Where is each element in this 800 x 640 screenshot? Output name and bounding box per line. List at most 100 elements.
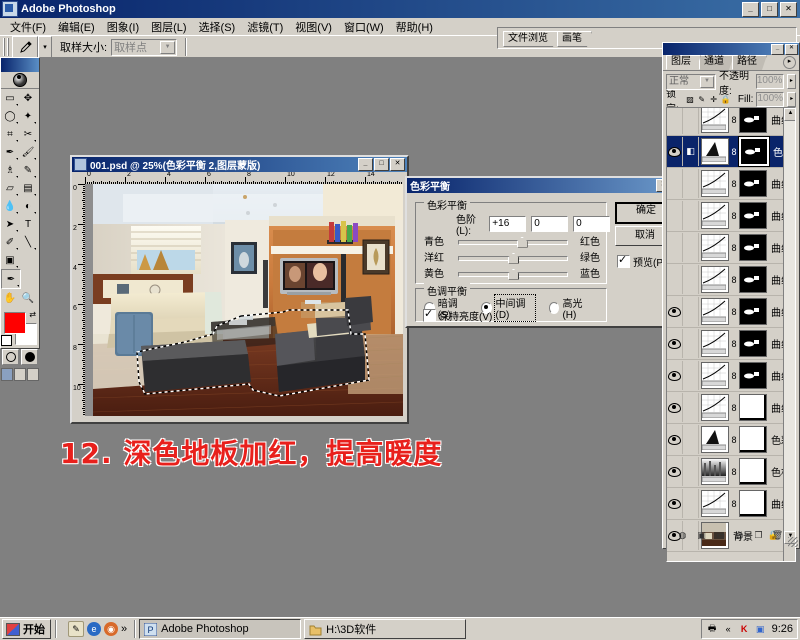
line-icon[interactable]: ╲: [19, 233, 37, 251]
link-chain-icon[interactable]: 8: [731, 499, 737, 509]
magenta-green-input[interactable]: 0: [531, 216, 569, 232]
yellow-blue-slider[interactable]: [458, 268, 568, 280]
layer-visibility-toggle[interactable]: [667, 457, 683, 486]
fill-stepper[interactable]: ▸: [787, 92, 797, 107]
eraser-icon[interactable]: ▱: [1, 179, 19, 197]
layer-visibility-toggle[interactable]: [667, 233, 683, 262]
layer-thumbnail[interactable]: [701, 458, 729, 485]
midtones-label[interactable]: 中间调(D): [493, 294, 536, 322]
layer-mask-thumbnail[interactable]: [739, 234, 767, 261]
layer-thumbnails[interactable]: 8: [699, 108, 767, 133]
document-window-controls[interactable]: _ □ ✕: [358, 158, 405, 171]
document-minimize-button[interactable]: _: [358, 158, 373, 171]
new-layer-icon[interactable]: ❐: [752, 529, 765, 542]
layer-mask-thumbnail[interactable]: [739, 202, 767, 229]
fill-value[interactable]: 100%: [756, 92, 785, 107]
crop-icon[interactable]: ⌗: [1, 125, 19, 143]
layer-thumbnails[interactable]: 8: [699, 394, 767, 421]
task-button-0[interactable]: P Adobe Photoshop: [139, 619, 302, 639]
canvas-area[interactable]: [85, 184, 403, 416]
layer-link-toggle[interactable]: [683, 489, 699, 518]
chevron-down-icon[interactable]: ▼: [160, 40, 176, 54]
layer-visibility-toggle[interactable]: [667, 137, 683, 166]
layer-thumbnail[interactable]: [701, 298, 729, 325]
standard-screen-icon[interactable]: [1, 368, 13, 381]
layer-link-toggle[interactable]: [683, 108, 699, 134]
layer-thumbnail[interactable]: [701, 362, 729, 389]
tool-preset-dropdown[interactable]: ▾: [38, 36, 52, 58]
layer-thumbnail[interactable]: [701, 170, 729, 197]
layer-thumbnail[interactable]: [701, 426, 729, 453]
layer-link-toggle[interactable]: [683, 265, 699, 294]
layer-thumbnails[interactable]: 8: [699, 426, 767, 453]
layer-visibility-toggle[interactable]: [667, 361, 683, 390]
layer-thumbnail[interactable]: [701, 138, 729, 165]
preview-row[interactable]: 预览(P): [617, 253, 666, 269]
layer-thumbnails[interactable]: 8: [699, 490, 767, 517]
options-bar-grip[interactable]: [3, 38, 9, 56]
layers-palette-title-bar[interactable]: _ ✕: [663, 43, 799, 55]
minimize-button[interactable]: _: [742, 1, 759, 17]
layer-mask-icon[interactable]: ▣: [695, 529, 708, 542]
link-chain-icon[interactable]: 8: [731, 435, 737, 445]
layer-row[interactable]: 8 曲线 2: [667, 360, 783, 392]
menu-item-8[interactable]: 帮助(H): [390, 17, 439, 37]
hand-icon[interactable]: ✋: [1, 289, 19, 307]
layer-mask-thumbnail[interactable]: [739, 458, 767, 485]
layer-link-toggle[interactable]: [683, 457, 699, 486]
layers-palette-footer[interactable]: ◍ ▣ ▭ ◍ ❐ 🗑: [666, 526, 794, 544]
link-chain-icon[interactable]: 8: [731, 339, 737, 349]
layer-thumbnails[interactable]: 8: [699, 202, 767, 229]
eyedropper-icon[interactable]: ✒: [1, 269, 21, 289]
layer-mask-thumbnail[interactable]: [739, 362, 767, 389]
maximize-button[interactable]: □: [761, 1, 778, 17]
pen-icon[interactable]: ✐: [1, 233, 19, 251]
layer-visibility-toggle[interactable]: [667, 169, 683, 198]
preview-checkbox[interactable]: [617, 253, 630, 268]
blend-mode-select[interactable]: 正常 ▼: [666, 73, 716, 90]
palette-menu-icon[interactable]: ▸: [783, 56, 796, 69]
window-controls[interactable]: _ □ ✕: [742, 1, 797, 17]
layers-palette-tabs[interactable]: 图层 通道 路径 ▸: [663, 55, 799, 71]
slider-thumb[interactable]: [508, 252, 519, 264]
cyan-red-slider[interactable]: [458, 236, 568, 248]
sample-size-select[interactable]: 取样点 ▼: [111, 38, 178, 56]
link-chain-icon[interactable]: 8: [731, 115, 737, 125]
layer-row[interactable]: 8 曲线 ...: [667, 392, 783, 424]
blur-icon[interactable]: 💧: [1, 197, 19, 215]
scroll-up-button[interactable]: ▲: [784, 108, 795, 121]
notes-icon[interactable]: ▣: [1, 251, 19, 269]
full-screen-icon[interactable]: [27, 368, 39, 381]
slider-thumb[interactable]: [508, 268, 519, 280]
menu-item-1[interactable]: 编辑(E): [52, 17, 101, 37]
menu-item-7[interactable]: 窗口(W): [338, 17, 390, 37]
adjustment-layer-icon[interactable]: ◍: [733, 529, 746, 542]
edit-mode-buttons[interactable]: [1, 349, 39, 365]
kaspersky-icon[interactable]: K: [738, 623, 751, 636]
layer-link-toggle[interactable]: [683, 361, 699, 390]
layer-row[interactable]: 8 曲线 9: [667, 108, 783, 136]
layers-palette-tab-1[interactable]: 通道: [699, 55, 734, 70]
printer-icon[interactable]: 🖶: [706, 623, 719, 636]
layer-visibility-toggle[interactable]: [667, 425, 683, 454]
layer-list[interactable]: T分析画面问题...图层 18曲线 ...8曲线 ...8曲线 ...8曲线 9…: [666, 107, 796, 562]
layer-thumbnail[interactable]: [701, 234, 729, 261]
lasso-icon[interactable]: ◯: [1, 107, 19, 125]
eyedropper-icon[interactable]: [12, 36, 38, 58]
layer-thumbnail[interactable]: [701, 108, 729, 133]
yellow-blue-input[interactable]: 0: [573, 216, 611, 232]
chevron-down-icon[interactable]: ▼: [699, 75, 714, 88]
layer-link-toggle[interactable]: [683, 169, 699, 198]
brush-icon[interactable]: 🖌: [19, 143, 37, 161]
highlights-label[interactable]: 高光(H): [562, 295, 592, 321]
preserve-luminosity-row[interactable]: 保持亮度(V): [423, 307, 492, 323]
link-chain-icon[interactable]: 8: [731, 243, 737, 253]
quick-launch-overflow[interactable]: »: [121, 623, 127, 635]
magenta-green-slider[interactable]: [458, 252, 568, 264]
layer-visibility-toggle[interactable]: [667, 489, 683, 518]
palette-minimize-button[interactable]: _: [771, 43, 784, 55]
gradient-icon[interactable]: ▤: [19, 179, 37, 197]
document-canvas[interactable]: [93, 184, 403, 416]
layer-mask-thumbnail[interactable]: [739, 330, 767, 357]
layer-link-toggle[interactable]: [683, 393, 699, 422]
